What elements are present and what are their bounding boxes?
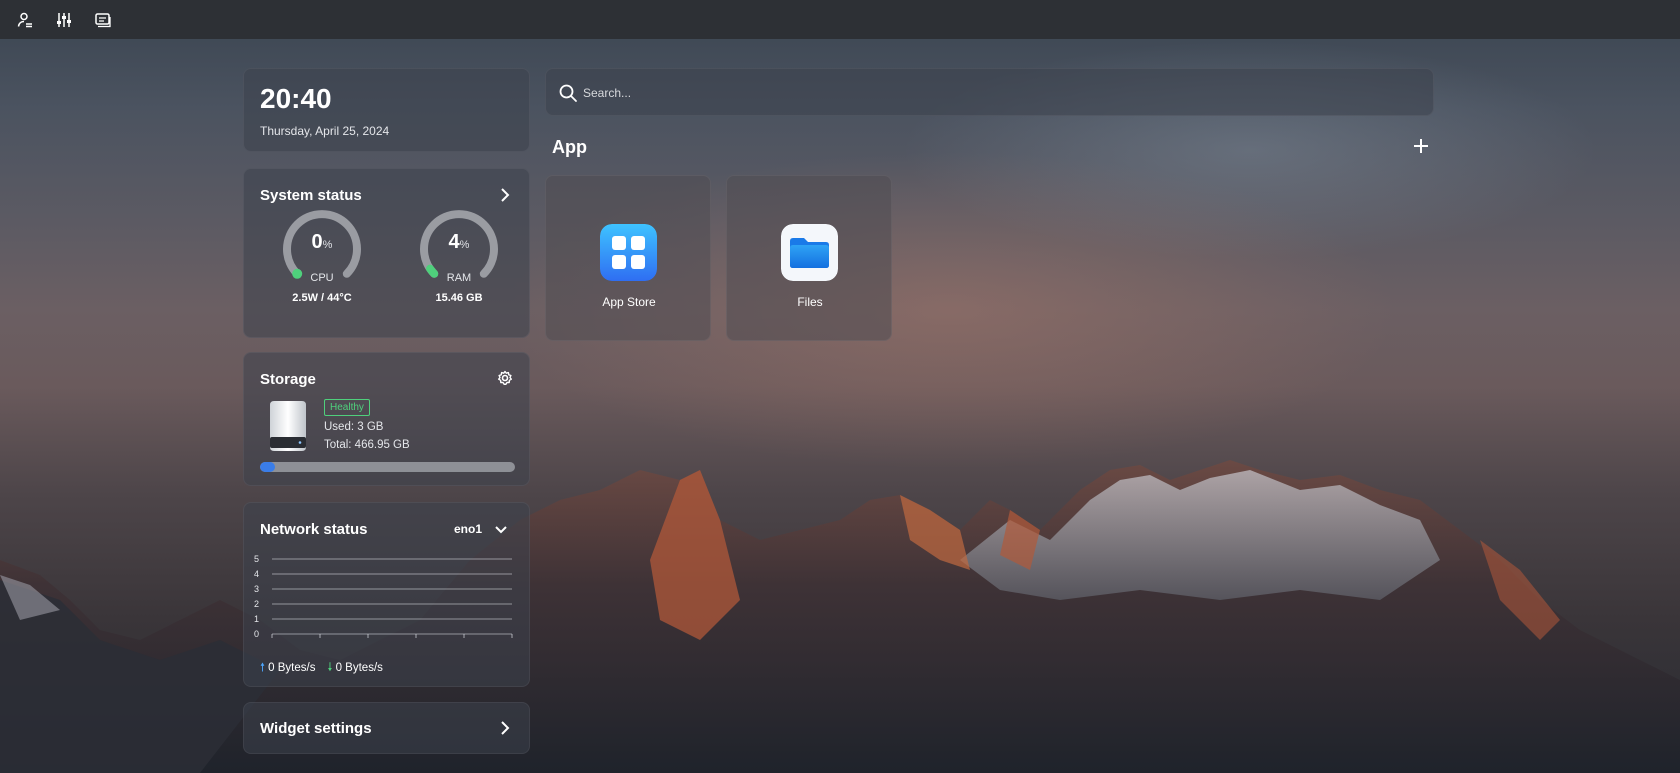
y-tick-label: 3 <box>254 584 259 594</box>
cpu-value: 0% <box>311 231 333 253</box>
y-tick-label: 4 <box>254 569 259 579</box>
download-speed: 🠗 0 Bytes/s <box>327 662 383 674</box>
search-input[interactable] <box>581 69 1415 117</box>
storage-usage-bar <box>260 462 515 472</box>
clock-date: Thursday, April 25, 2024 <box>260 124 390 138</box>
search-icon <box>559 84 577 102</box>
sliders-icon <box>57 12 71 27</box>
y-tick-label: 5 <box>254 554 259 564</box>
app-store-icon <box>600 224 657 281</box>
chevron-right-icon <box>501 721 510 735</box>
system-status-open-button[interactable] <box>495 185 515 205</box>
screen-icon <box>95 12 111 27</box>
widget-settings-label: Widget settings <box>260 720 372 737</box>
arrow-up-icon: 🠕 <box>260 662 265 674</box>
network-status-title: Network status <box>260 521 368 538</box>
clock-time: 20:40 <box>260 83 332 114</box>
top-toolbar <box>0 0 1680 39</box>
arrow-down-icon: 🠗 <box>327 662 333 674</box>
cpu-gauge: 0% CPU 2.5W / 44°C <box>277 204 367 304</box>
plus-icon <box>1414 139 1428 153</box>
system-status-title: System status <box>260 187 362 204</box>
app-tile-app-store[interactable]: App Store <box>545 175 711 341</box>
apps-section-title: App <box>552 137 587 157</box>
app-tile-files[interactable]: Files <box>726 175 892 341</box>
gear-icon <box>498 370 512 385</box>
hard-drive-icon <box>270 401 306 451</box>
y-tick-label: 2 <box>254 599 259 609</box>
storage-used: Used: 3 GB <box>324 421 384 433</box>
storage-settings-button[interactable] <box>495 368 515 388</box>
storage-total: Total: 466.95 GB <box>324 439 410 451</box>
network-chart: 5 4 3 2 1 0 <box>254 554 513 639</box>
network-interface-value: eno1 <box>454 522 483 536</box>
upload-speed: 🠕 0 Bytes/s <box>260 662 316 674</box>
ram-value: 4% <box>448 231 470 253</box>
storage-health-badge: Healthy <box>324 399 370 416</box>
cpu-label: CPU <box>310 272 334 284</box>
files-folder-icon <box>781 224 838 281</box>
ram-label: RAM <box>446 272 472 284</box>
ram-detail: 15.46 GB <box>435 292 483 304</box>
network-status-widget: Network status eno1 5 4 3 2 1 0 🠕 0 Bytes/s 🠗… <box>243 502 530 687</box>
network-speeds: 🠕 0 Bytes/s 🠗 0 Bytes/s <box>260 660 383 679</box>
network-interface-select[interactable]: eno1 <box>454 522 508 536</box>
screen-button[interactable] <box>88 5 118 35</box>
storage-widget: Storage Healthy Used: 3 GB Total: 466.95… <box>243 352 530 486</box>
y-tick-label: 0 <box>254 629 259 639</box>
add-app-button[interactable] <box>1409 134 1433 158</box>
search-bar <box>545 68 1434 117</box>
system-status-widget: System status 0% CPU 2.5W / 44°C 4% RAM … <box>243 168 530 338</box>
account-settings-button[interactable] <box>10 5 40 35</box>
ram-gauge: 4% RAM 15.46 GB <box>414 204 504 304</box>
y-tick-label: 1 <box>254 614 259 624</box>
cpu-detail: 2.5W / 44°C <box>292 292 352 304</box>
storage-usage-fill <box>260 462 276 472</box>
app-label: App Store <box>602 295 656 309</box>
storage-title: Storage <box>260 371 316 388</box>
settings-sliders-button[interactable] <box>49 5 79 35</box>
chevron-down-icon <box>495 526 508 534</box>
app-label: Files <box>797 295 823 309</box>
user-settings-icon <box>17 12 32 27</box>
chevron-right-icon <box>501 188 510 202</box>
clock-widget: 20:40 Thursday, April 25, 2024 <box>243 68 530 152</box>
widget-settings-chevron <box>495 718 515 738</box>
widget-settings-button[interactable]: Widget settings <box>243 702 530 754</box>
